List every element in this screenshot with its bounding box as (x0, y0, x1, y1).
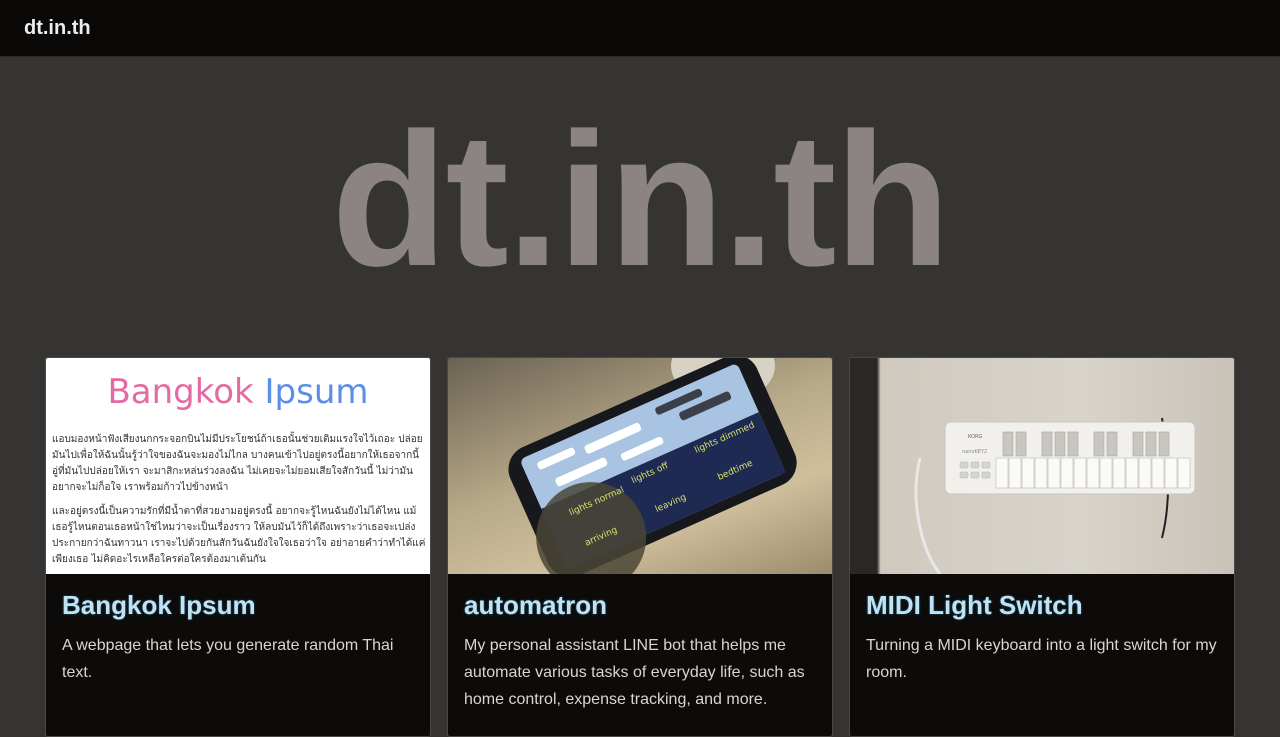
svg-text:KORG: KORG (968, 434, 982, 440)
project-title-link[interactable]: Bangkok Ipsum (62, 590, 256, 621)
hero-title: dt.in.th (331, 94, 950, 306)
project-description: Turning a MIDI keyboard into a light swi… (866, 637, 1217, 681)
project-title-link[interactable]: MIDI Light Switch (866, 590, 1083, 621)
white-keys (995, 457, 1191, 489)
project-card-midi-light-switch[interactable]: KORG nanoKEY2 MIDI Light Switch Turning … (849, 357, 1235, 737)
project-thumbnail[interactable]: lights normal lights off lights dimmed a… (448, 358, 832, 574)
bangkok-ipsum-logo: Bangkok Ipsum (107, 372, 369, 412)
project-description: My personal assistant LINE bot that help… (464, 637, 805, 708)
midi-keyboard-photo: KORG nanoKEY2 (914, 417, 1196, 574)
phone-photo: lights normal lights off lights dimmed a… (508, 358, 797, 574)
sample-thai-text: แอบมองหน้าฟังเสียงนกกระจอกบินไม่มีประโยช… (52, 434, 426, 565)
top-navbar: dt.in.th (0, 0, 1280, 57)
svg-text:nanoKEY2: nanoKEY2 (962, 449, 987, 455)
site-home-link[interactable]: dt.in.th (24, 17, 91, 40)
project-thumbnail[interactable]: KORG nanoKEY2 (850, 358, 1234, 574)
project-card-automatron[interactable]: lights normal lights off lights dimmed a… (447, 357, 833, 737)
project-title-link[interactable]: automatron (464, 590, 607, 621)
project-card-bangkok-ipsum[interactable]: Bangkok Ipsum แอบมองหน้าฟังเสียงนกกระจอก… (45, 357, 431, 737)
project-description: A webpage that lets you generate random … (62, 637, 394, 681)
project-thumbnail[interactable]: Bangkok Ipsum แอบมองหน้าฟังเสียงนกกระจอก… (46, 358, 430, 574)
